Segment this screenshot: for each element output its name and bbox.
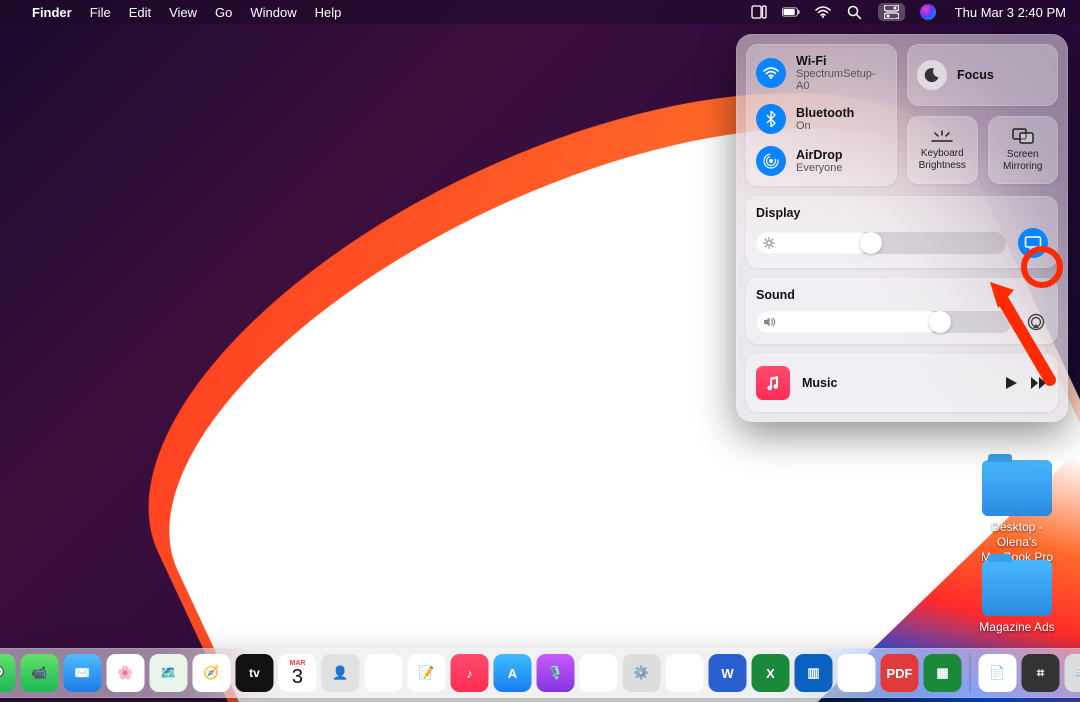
cc-display-label: Display (756, 206, 1048, 220)
wifi-icon[interactable] (814, 3, 832, 21)
cc-screen-mirroring-label: Screen Mirroring (992, 149, 1055, 172)
cc-bluetooth-status: On (796, 120, 854, 132)
bluetooth-toggle-icon[interactable] (756, 104, 786, 134)
volume-icon (763, 316, 777, 328)
dock-app-mail[interactable]: ✉️ (64, 654, 102, 692)
dock-app-screenshot-app[interactable]: ⌗ (1022, 654, 1060, 692)
music-next-button[interactable] (1030, 376, 1048, 390)
music-play-button[interactable] (1004, 376, 1018, 390)
desktop-folder[interactable]: Desktop - Olena's MacBook Pro (972, 460, 1062, 565)
spotlight-search-icon[interactable] (846, 3, 864, 21)
dock-app-music[interactable]: ♪ (451, 654, 489, 692)
dock-app-pdf[interactable]: PDF (881, 654, 919, 692)
menu-go[interactable]: Go (215, 5, 232, 20)
dock-app-contacts[interactable]: 👤 (322, 654, 360, 692)
cc-music-label: Music (802, 376, 992, 390)
dock-app-safari[interactable]: 🧭 (193, 654, 231, 692)
folder-icon (982, 560, 1052, 616)
dock-app-reminders[interactable]: ☰ (365, 654, 403, 692)
dock-app-sheets[interactable]: ▦ (924, 654, 962, 692)
cc-bluetooth-label: Bluetooth (796, 106, 854, 120)
wifi-toggle-icon[interactable] (756, 58, 786, 88)
menu-view[interactable]: View (169, 5, 197, 20)
cc-airdrop-status: Everyone (796, 162, 843, 174)
cc-wifi-label: Wi-Fi (796, 54, 887, 68)
dock-app-word[interactable]: W (709, 654, 747, 692)
dock-separator (970, 654, 971, 692)
cc-airdrop-label: AirDrop (796, 148, 843, 162)
dock-app-facetime[interactable]: 📹 (21, 654, 59, 692)
dock-app-photos[interactable]: 🌸 (107, 654, 145, 692)
dock-app-notes[interactable]: 📝 (408, 654, 446, 692)
dock: ▦💬📹✉️🌸🗺️🧭tvMAR3👤☰📝♪A🎙️❋⚙️◉WX▥▲PDF▦📄⌗⌨️⬇ (0, 648, 1080, 698)
airplay-audio-button[interactable] (1024, 310, 1048, 334)
cc-music-tile[interactable]: Music (746, 354, 1058, 412)
dock-app-app-store[interactable]: A (494, 654, 532, 692)
dock-app-podcasts[interactable]: 🎙️ (537, 654, 575, 692)
dock-app-pages-doc[interactable]: 📄 (979, 654, 1017, 692)
brightness-slider[interactable] (756, 232, 1006, 254)
dock-app-keyboard[interactable]: ⌨️ (1065, 654, 1080, 692)
cc-bluetooth-item[interactable]: Bluetooth On (756, 104, 887, 134)
airdrop-toggle-icon[interactable] (756, 146, 786, 176)
siri-icon[interactable] (919, 3, 937, 21)
dock-app-chrome[interactable]: ◉ (666, 654, 704, 692)
dock-app-system-preferences[interactable]: ⚙️ (623, 654, 661, 692)
cc-screen-mirroring-tile[interactable]: Screen Mirroring (988, 116, 1059, 184)
folder-label: Magazine Ads (972, 620, 1062, 635)
dock-app-tv[interactable]: tv (236, 654, 274, 692)
menu-help[interactable]: Help (315, 5, 342, 20)
cc-connectivity-tile: Wi-Fi SpectrumSetup-A0 Bluetooth On AirD… (746, 44, 897, 186)
control-center-panel: Wi-Fi SpectrumSetup-A0 Bluetooth On AirD… (736, 34, 1068, 422)
menubar-app-name[interactable]: Finder (32, 5, 72, 20)
cc-focus-tile[interactable]: Focus (907, 44, 1058, 106)
display-settings-button[interactable] (1018, 228, 1048, 258)
folder-icon (982, 460, 1052, 516)
cc-airdrop-item[interactable]: AirDrop Everyone (756, 146, 887, 176)
volume-slider[interactable] (756, 311, 1012, 333)
cc-display-tile: Display (746, 196, 1058, 268)
dock-app-excel[interactable]: X (752, 654, 790, 692)
menu-file[interactable]: File (90, 5, 111, 20)
cc-keyboard-brightness-label: Keyboard Brightness (911, 148, 974, 171)
cc-wifi-status: SpectrumSetup-A0 (796, 68, 887, 92)
keyboard-brightness-icon (930, 129, 954, 143)
dock-app-calendar[interactable]: MAR3 (279, 654, 317, 692)
cc-keyboard-brightness-tile[interactable]: Keyboard Brightness (907, 116, 978, 184)
menu-window[interactable]: Window (250, 5, 296, 20)
brightness-icon (763, 237, 775, 249)
dock-app-maps[interactable]: 🗺️ (150, 654, 188, 692)
battery-icon[interactable] (782, 3, 800, 21)
desktop-folder[interactable]: Magazine Ads (972, 560, 1062, 635)
cc-sound-tile: Sound (746, 278, 1058, 344)
music-app-icon (756, 366, 790, 400)
control-center-menubar-icon[interactable] (878, 3, 905, 21)
cc-focus-label: Focus (957, 68, 994, 82)
screen-mirroring-icon (1012, 128, 1034, 144)
menu-edit[interactable]: Edit (129, 5, 151, 20)
stage-manager-icon[interactable] (750, 3, 768, 21)
menubar: Finder File Edit View Go Window Help Thu… (0, 0, 1080, 24)
focus-moon-icon (917, 60, 947, 90)
menubar-datetime[interactable]: Thu Mar 3 2:40 PM (955, 5, 1066, 20)
dock-app-drive[interactable]: ▲ (838, 654, 876, 692)
dock-app-messages[interactable]: 💬 (0, 654, 16, 692)
dock-app-trello[interactable]: ▥ (795, 654, 833, 692)
cc-wifi-item[interactable]: Wi-Fi SpectrumSetup-A0 (756, 54, 887, 92)
cc-sound-label: Sound (756, 288, 1048, 302)
dock-app-slack[interactable]: ❋ (580, 654, 618, 692)
folder-label: Desktop - Olena's MacBook Pro (972, 520, 1062, 565)
